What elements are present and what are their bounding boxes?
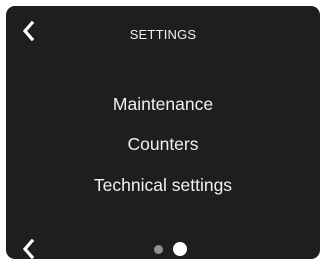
settings-screen: SETTINGS Maintenance Counters Technical …: [6, 6, 320, 259]
page-dot-1[interactable]: [154, 245, 163, 254]
menu-item-maintenance[interactable]: Maintenance: [6, 94, 320, 115]
menu-item-counters[interactable]: Counters: [6, 134, 320, 155]
page-indicator: [6, 242, 320, 256]
page-title: SETTINGS: [129, 27, 197, 42]
page-dot-2-active[interactable]: [173, 242, 187, 256]
menu-item-technical-settings[interactable]: Technical settings: [6, 175, 320, 196]
